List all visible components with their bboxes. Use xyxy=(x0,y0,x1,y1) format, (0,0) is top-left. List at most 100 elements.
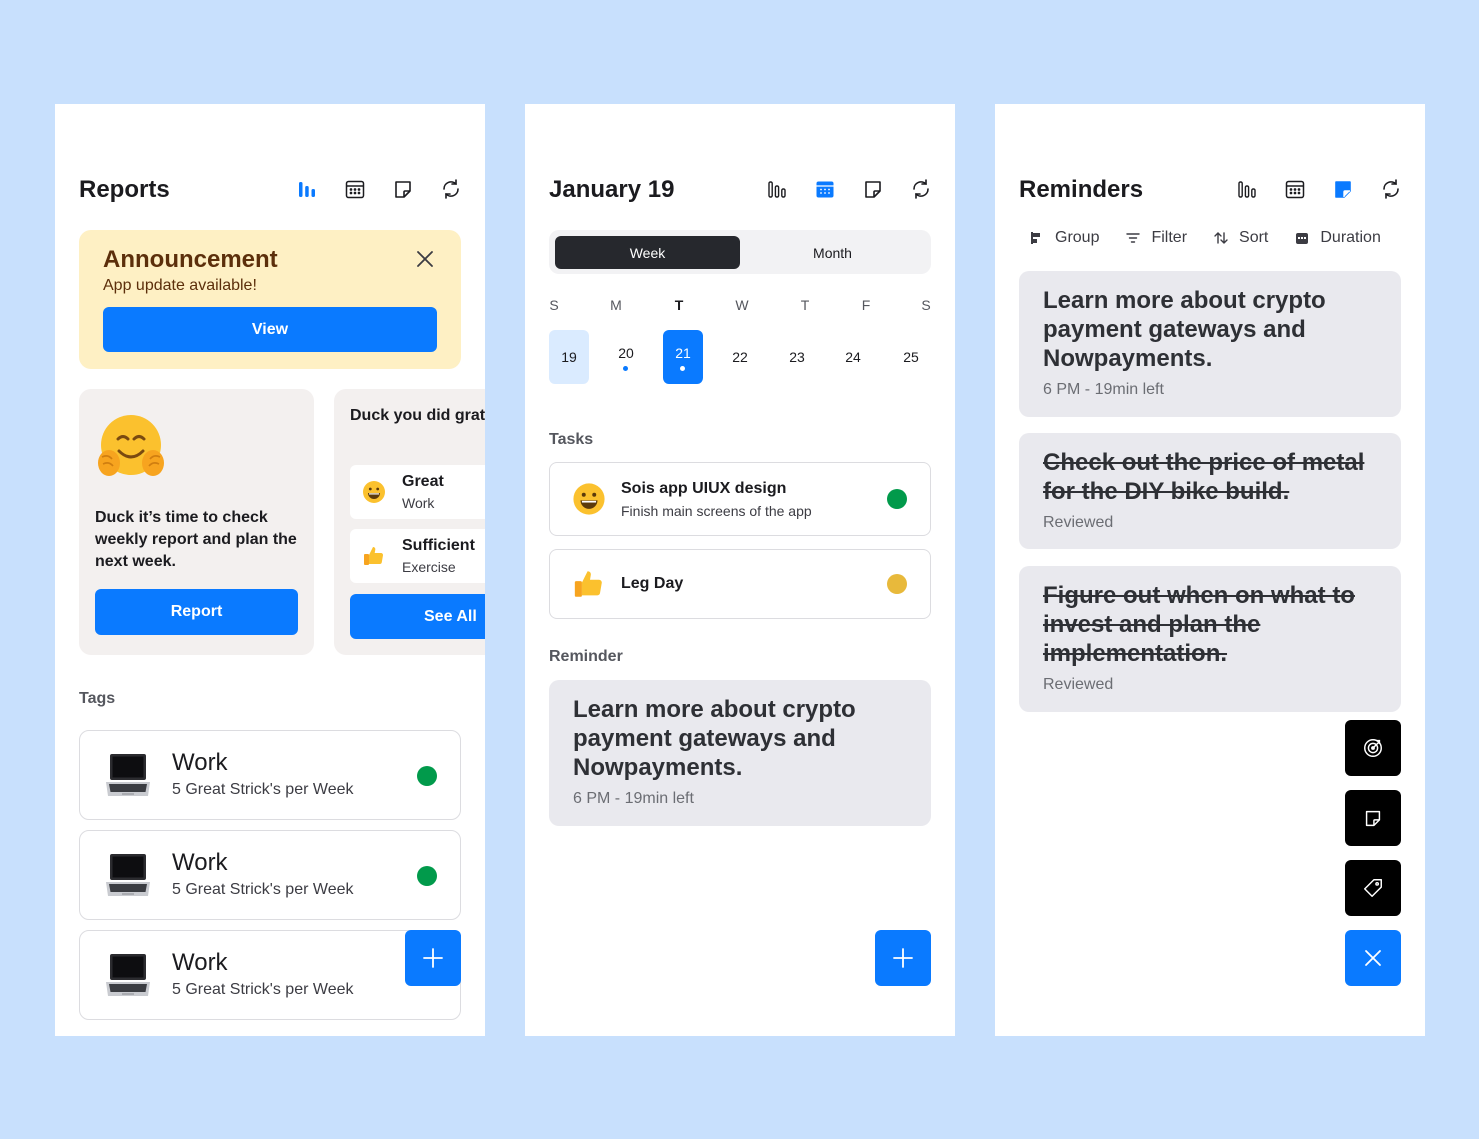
date-cell[interactable]: 22 xyxy=(720,330,760,384)
bar-chart-icon[interactable] xyxy=(295,177,319,201)
tag-icon xyxy=(1364,879,1382,897)
group-label: Group xyxy=(1055,229,1100,246)
reminder-meta: 6 PM - 19min left xyxy=(1043,381,1164,398)
reminder-meta: Reviewed xyxy=(1043,676,1114,693)
list-toolbar: Group Filter Sort Duration xyxy=(1029,229,1381,247)
date-number: 22 xyxy=(732,349,748,365)
tag-title: Work xyxy=(172,949,228,976)
note-icon[interactable] xyxy=(391,177,415,201)
close-icon[interactable] xyxy=(413,247,437,271)
bar-chart-icon[interactable] xyxy=(765,177,789,201)
duration-label: Duration xyxy=(1320,229,1381,246)
close-menu-button[interactable] xyxy=(1345,930,1401,986)
laptop-emoji xyxy=(104,850,152,900)
calendar-icon[interactable] xyxy=(1283,177,1307,201)
plus-icon xyxy=(893,948,913,968)
reminder-card[interactable]: Learn more about crypto payment gateways… xyxy=(549,680,931,826)
date-cell[interactable]: 23 xyxy=(777,330,817,384)
weekday-label: F xyxy=(861,297,871,313)
date-cell[interactable]: 20 xyxy=(606,330,646,384)
status-dot xyxy=(887,489,907,509)
event-marker xyxy=(623,366,628,371)
tab-week[interactable]: Week xyxy=(555,236,740,269)
status-dot xyxy=(417,766,437,786)
date-number: 25 xyxy=(903,349,919,365)
bar-chart-icon[interactable] xyxy=(1235,177,1259,201)
target-button[interactable] xyxy=(1345,720,1401,776)
new-tag-button[interactable] xyxy=(1345,860,1401,916)
refresh-icon[interactable] xyxy=(439,177,463,201)
reminder-title: Learn more about crypto payment gateways… xyxy=(1043,287,1326,372)
weekday-label: S xyxy=(549,297,559,313)
tab-month[interactable]: Month xyxy=(740,236,925,269)
summary-card: Duck you did grat yesterday Great Work S… xyxy=(334,389,485,655)
date-cell[interactable]: 25 xyxy=(891,330,931,384)
note-icon[interactable] xyxy=(1331,177,1355,201)
laptop-emoji xyxy=(104,750,152,800)
group-button[interactable]: Group xyxy=(1029,229,1099,247)
task-row[interactable]: Leg Day xyxy=(549,549,931,619)
summary-item[interactable]: Sufficient Exercise xyxy=(350,529,485,583)
weekday-label: W xyxy=(735,297,749,313)
see-all-button[interactable]: See All xyxy=(350,594,485,639)
view-button[interactable]: View xyxy=(103,307,437,352)
summary-item-title: Great xyxy=(402,473,444,490)
date-cell[interactable]: 19 xyxy=(549,330,589,384)
weekly-report-card: Duck it’s time to check weekly report an… xyxy=(79,389,314,655)
tag-title: Work xyxy=(172,849,228,876)
weekday-label: T xyxy=(674,297,684,313)
task-row[interactable]: Sois app UIUX design Finish main screens… xyxy=(549,462,931,536)
reminders-screen: Reminders Group Filter Sort Duration Lea… xyxy=(995,104,1425,1036)
weekly-report-message: Duck it’s time to check weekly report an… xyxy=(95,509,297,570)
calendar-icon[interactable] xyxy=(813,177,837,201)
tag-subtitle: 5 Great Strick's per Week xyxy=(172,781,354,798)
close-icon xyxy=(1365,950,1381,966)
header-icons xyxy=(295,177,463,201)
new-note-button[interactable] xyxy=(1345,790,1401,846)
note-icon xyxy=(1365,810,1381,827)
calendar-screen: January 19 Week Month S M T W T F S 19 2… xyxy=(525,104,955,1036)
thumbs-up-emoji xyxy=(362,544,386,568)
reminder-meta: Reviewed xyxy=(1043,514,1114,531)
grinning-face-emoji xyxy=(572,482,606,516)
add-button[interactable] xyxy=(875,930,931,986)
header-icons xyxy=(1235,177,1403,201)
date-number: 24 xyxy=(845,349,861,365)
date-number: 20 xyxy=(618,345,634,361)
tags-label: Tags xyxy=(79,690,116,707)
reminder-card[interactable]: Check out the price of metal for the DIY… xyxy=(1019,433,1401,549)
note-icon[interactable] xyxy=(861,177,885,201)
reminder-title: Figure out when on what to invest and pl… xyxy=(1043,582,1355,667)
task-title: Leg Day xyxy=(621,575,684,592)
calendar-icon[interactable] xyxy=(343,177,367,201)
reminder-card[interactable]: Figure out when on what to invest and pl… xyxy=(1019,566,1401,712)
add-button[interactable] xyxy=(405,930,461,986)
task-subtitle: Finish main screens of the app xyxy=(621,503,812,519)
date-cell[interactable]: 21 xyxy=(663,330,703,384)
sort-button[interactable]: Sort xyxy=(1213,229,1268,247)
tag-row[interactable]: Work 5 Great Strick's per Week xyxy=(79,930,461,1020)
summary-item-subtitle: Work xyxy=(402,495,435,511)
tag-title: Work xyxy=(172,749,228,776)
reports-screen: Reports Announcement App update availabl… xyxy=(55,104,485,1036)
page-title: January 19 xyxy=(549,176,675,203)
date-cell[interactable]: 24 xyxy=(833,330,873,384)
summary-item[interactable]: Great Work xyxy=(350,465,485,519)
page-title: Reminders xyxy=(1019,176,1144,203)
duration-button[interactable]: Duration xyxy=(1294,229,1381,247)
refresh-icon[interactable] xyxy=(1379,177,1403,201)
report-button[interactable]: Report xyxy=(95,589,298,635)
reminder-card[interactable]: Learn more about crypto payment gateways… xyxy=(1019,271,1401,417)
sort-icon xyxy=(1214,232,1228,244)
filter-button[interactable]: Filter xyxy=(1125,229,1187,247)
laptop-emoji xyxy=(104,950,152,1000)
tag-subtitle: 5 Great Strick's per Week xyxy=(172,981,354,998)
weekday-label: M xyxy=(610,297,622,313)
hugging-face-emoji xyxy=(95,411,167,483)
date-number: 21 xyxy=(675,345,691,361)
tag-row[interactable]: Work 5 Great Strick's per Week xyxy=(79,830,461,920)
tag-row[interactable]: Work 5 Great Strick's per Week xyxy=(79,730,461,820)
refresh-icon[interactable] xyxy=(909,177,933,201)
task-title: Sois app UIUX design xyxy=(621,480,787,497)
date-number: 19 xyxy=(561,349,577,365)
